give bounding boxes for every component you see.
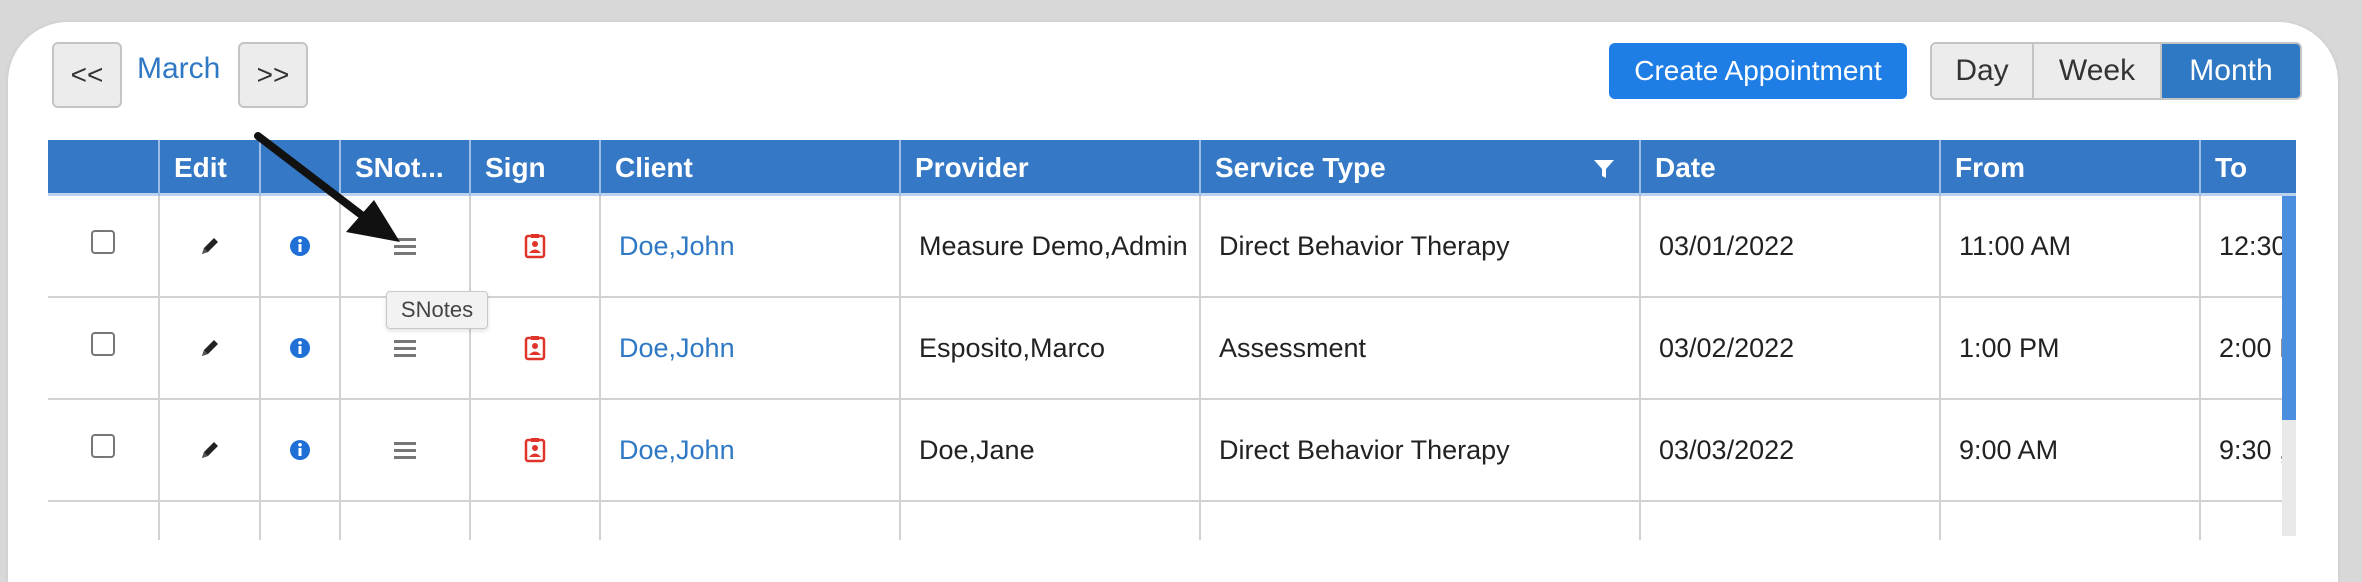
annotation-arrow-icon [254,132,400,242]
from-cell: 11:00 AM [1939,196,2199,296]
week-view-button[interactable]: Week [2034,44,2162,98]
sign-badge-icon[interactable] [524,335,546,361]
row-checkbox[interactable] [91,230,115,254]
header-edit[interactable]: Edit [158,140,259,196]
month-view-button[interactable]: Month [2162,44,2300,98]
create-appointment-button[interactable]: Create Appointment [1609,43,1907,99]
filter-icon[interactable] [1593,158,1615,180]
date-cell [1639,502,1939,540]
from-cell: 1:00 PM [1939,298,2199,398]
provider-cell: Doe,Jane [899,400,1199,500]
row-checkbox[interactable] [91,434,115,458]
service-type-cell: Direct Behavior Therapy [1199,196,1639,296]
row-checkbox[interactable] [91,332,115,356]
provider-cell: Esposito,Marco [899,298,1199,398]
scrollbar-thumb[interactable] [2282,196,2296,420]
header-provider[interactable]: Provider [899,140,1199,196]
client-link[interactable]: Doe,John [619,333,735,364]
info-icon[interactable] [289,337,311,359]
date-cell: 03/03/2022 [1639,400,1939,500]
day-view-button[interactable]: Day [1932,44,2034,98]
date-cell: 03/02/2022 [1639,298,1939,398]
month-label: March [137,52,221,85]
table-row [48,502,2296,540]
snotes-tooltip: SNotes [386,291,488,329]
sign-badge-icon[interactable] [524,437,546,463]
pencil-icon[interactable] [198,438,222,462]
sign-cell [469,502,599,540]
header-service-type[interactable]: Service Type [1199,140,1639,196]
header-date[interactable]: Date [1639,140,1939,196]
header-to[interactable]: To [2199,140,2296,196]
service-type-cell: Direct Behavior Therapy [1199,400,1639,500]
client-link[interactable]: Doe,John [619,435,735,466]
provider-cell [899,502,1199,540]
header-sign[interactable]: Sign [469,140,599,196]
header-from[interactable]: From [1939,140,2199,196]
client-link[interactable]: Doe,John [619,231,735,262]
info-icon[interactable] [289,439,311,461]
from-cell: 9:00 AM [1939,400,2199,500]
edit-cell [158,502,259,540]
snotes-cell [339,502,469,540]
service-type-cell: Assessment [1199,298,1639,398]
menu-lines-icon[interactable] [393,439,417,461]
provider-cell: Measure Demo,Admin [899,196,1199,296]
prev-month-button[interactable]: << [52,42,122,108]
info-cell [259,502,339,540]
date-cell: 03/01/2022 [1639,196,1939,296]
table-row: Doe,John Doe,Jane Direct Behavior Therap… [48,400,2296,502]
menu-lines-icon[interactable] [393,337,417,359]
view-toggle-group: Day Week Month [1930,42,2302,100]
sign-badge-icon[interactable] [524,233,546,259]
next-month-button[interactable]: >> [238,42,308,108]
pencil-icon[interactable] [198,336,222,360]
header-client[interactable]: Client [599,140,899,196]
client-cell [599,502,899,540]
header-select [48,140,158,196]
vertical-scrollbar[interactable] [2282,196,2296,536]
from-cell [1939,502,2199,540]
pencil-icon[interactable] [198,234,222,258]
service-type-cell [1199,502,1639,540]
header-service-type-label: Service Type [1215,152,1386,183]
